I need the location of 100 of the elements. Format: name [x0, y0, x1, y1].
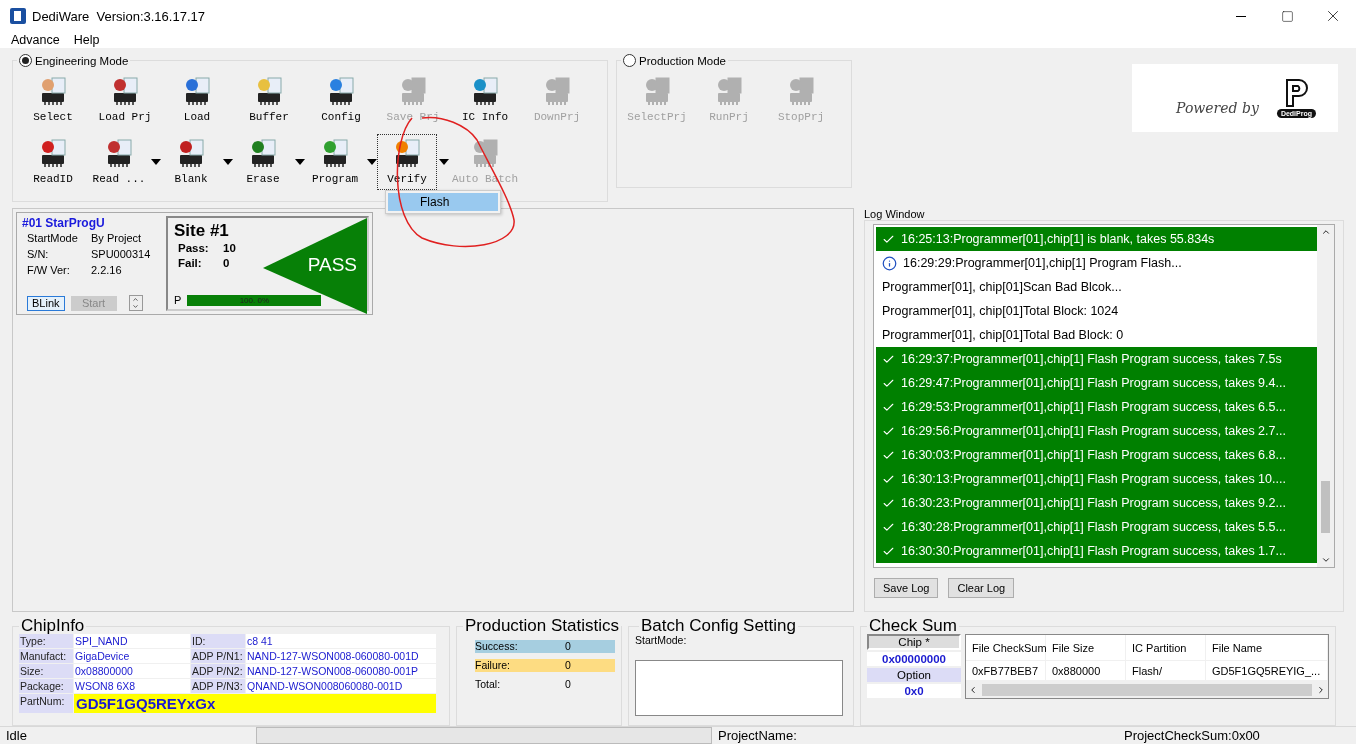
menu-item[interactable]: Advance — [4, 33, 67, 47]
log-text: 16:29:53:Programmer[01],chip[1] Flash Program success, takes 6.5... — [901, 400, 1286, 414]
info-value: WSON8 6X8 — [74, 679, 190, 693]
spin-control[interactable] — [128, 295, 143, 311]
scrollbar-thumb[interactable] — [982, 683, 1312, 696]
field-label: S/N: — [27, 247, 50, 262]
caret-icon[interactable] — [295, 159, 305, 165]
info-label: PartNum: — [19, 694, 73, 713]
scrollbar-thumb[interactable] — [1321, 481, 1330, 533]
table-cell: 0x880000 — [1046, 661, 1126, 680]
app-icon — [10, 8, 26, 24]
count-value: 10 — [223, 241, 237, 256]
log-button[interactable]: Save Log — [874, 578, 939, 598]
toolbar-button[interactable]: Config — [305, 72, 377, 128]
toolbar-button[interactable]: Load Prj — [89, 72, 161, 128]
field-label: F/W Ver: — [27, 263, 71, 278]
log-text: 16:30:23:Programmer[01],chip[1] Flash Program success, takes 9.2... — [901, 496, 1286, 510]
stat-value: 0 — [565, 678, 572, 691]
log-text: 16:29:37:Programmer[01],chip[1] Flash Program success, takes 7.5s — [901, 352, 1282, 366]
checksum-value: 0x00000000 — [867, 652, 961, 666]
info-label: ID: — [191, 634, 245, 648]
radio-button[interactable] — [623, 54, 636, 67]
caret-icon[interactable] — [367, 159, 377, 165]
log-text: Programmer[01], chip[01]Scan Bad Blcok... — [882, 280, 1122, 294]
info-value: NAND-127-WSON008-060080-001P — [246, 664, 436, 678]
stat-label: Total: — [475, 678, 502, 691]
radio-button[interactable] — [19, 54, 32, 67]
progress-label: P — [174, 294, 182, 306]
count-label: Pass: — [178, 241, 210, 256]
log-text: 16:30:03:Programmer[01],chip[1] Flash Program success, takes 6.8... — [901, 448, 1286, 462]
info-value: QNAND-WSON008060080-001D — [246, 679, 436, 693]
log-text: Programmer[01], chip[01]Total Bad Block: 0 — [882, 328, 1124, 342]
info-label: Size: — [19, 664, 73, 678]
info-value: 0x08800000 — [74, 664, 190, 678]
radio-label: Production Mode — [639, 54, 726, 67]
stat-label: Failure: — [475, 659, 511, 672]
table-cell: 0xFB77BEB7 — [966, 661, 1046, 680]
project-name: ProjectName: — [717, 728, 798, 743]
toolbar-button[interactable]: Erase — [233, 134, 293, 190]
menu-item[interactable]: Help — [66, 33, 107, 47]
log-text: Programmer[01], chip[01]Total Block: 1024 — [882, 304, 1119, 318]
log-text: 16:30:30:Programmer[01],chip[1] Flash Program success, takes 1.7... — [901, 544, 1286, 558]
info-label: Type: — [19, 634, 73, 648]
field-value: By Project — [91, 231, 143, 246]
column-header: File CheckSum — [966, 635, 1046, 660]
table-cell: GD5F1GQ5REYIG_... — [1206, 661, 1328, 680]
field-label: StartMode: — [635, 634, 688, 646]
toolbar-button[interactable]: Program — [305, 134, 365, 190]
toolbar-button[interactable]: ReadID — [17, 134, 89, 190]
log-text: 16:30:28:Programmer[01],chip[1] Flash Program success, takes 5.5... — [901, 520, 1286, 534]
logo-tagline: Powered by — [1176, 100, 1259, 116]
info-icon — [882, 255, 897, 271]
maximize-icon — [1280, 9, 1294, 23]
menu-item[interactable]: Flash — [388, 193, 498, 211]
toolbar-button[interactable]: IC Info — [449, 72, 521, 128]
field-value: 2.2.16 — [91, 263, 123, 278]
stat-label: Success: — [475, 640, 519, 653]
checksum-value: 0x0 — [867, 684, 961, 698]
log-button[interactable]: Clear Log — [948, 578, 1015, 598]
info-label: ADP P/N2: — [191, 664, 245, 678]
site-button[interactable]: BLink — [27, 295, 65, 311]
info-label: Manufact: — [19, 649, 73, 663]
info-label: ADP P/N1: — [191, 649, 245, 663]
radio-label: Engineering Mode — [35, 54, 129, 67]
column-header: IC Partition — [1126, 635, 1206, 660]
count-value: 0 — [223, 256, 231, 271]
info-value: NAND-127-WSON008-060080-001D — [246, 649, 436, 663]
info-label: ADP P/N3: — [191, 679, 245, 693]
progress-reading: 100. 0% — [238, 294, 270, 306]
group-title: Check Sum — [868, 618, 958, 634]
caret-icon[interactable] — [223, 159, 233, 165]
site-title: #01 StarProgU — [22, 216, 106, 230]
result-text: PASS — [307, 254, 357, 276]
column-header: File Name — [1206, 635, 1328, 660]
log-text: 16:30:13:Programmer[01],chip[1] Flash Program success, takes 10.... — [901, 472, 1286, 486]
toolbar-button[interactable]: Select — [17, 72, 89, 128]
column-header: Chip * — [867, 634, 961, 650]
column-header: File Size — [1046, 635, 1126, 660]
toolbar-button[interactable]: Load — [161, 72, 233, 128]
caret-icon[interactable] — [439, 159, 449, 165]
part-number: GD5F1GQ5REYxGx — [74, 694, 436, 713]
option-label: Option — [867, 668, 961, 682]
field-label: StartMode — [27, 231, 79, 246]
toolbar-button[interactable]: Blank — [161, 134, 221, 190]
start-mode-list[interactable] — [635, 660, 843, 716]
toolbar-button[interactable]: Read ... — [89, 134, 149, 190]
group-title: ChipInfo — [20, 618, 86, 634]
group-title: Batch Config Setting — [640, 618, 797, 634]
site-number: Site #1 — [174, 221, 230, 241]
info-value: SPI_NAND — [74, 634, 190, 648]
log-window-label: Log Window — [864, 208, 926, 220]
caret-icon[interactable] — [151, 159, 161, 165]
project-checksum: ProjectCheckSum:0x00 — [1123, 728, 1260, 743]
info-value: GigaDevice — [74, 649, 190, 663]
status-text: Idle — [5, 728, 28, 743]
logo-icon — [1283, 78, 1310, 108]
stat-value: 0 — [565, 640, 572, 653]
toolbar-button[interactable]: Buffer — [233, 72, 305, 128]
field-value: SPU000314 — [91, 247, 152, 262]
info-value: c8 41 — [246, 634, 436, 648]
